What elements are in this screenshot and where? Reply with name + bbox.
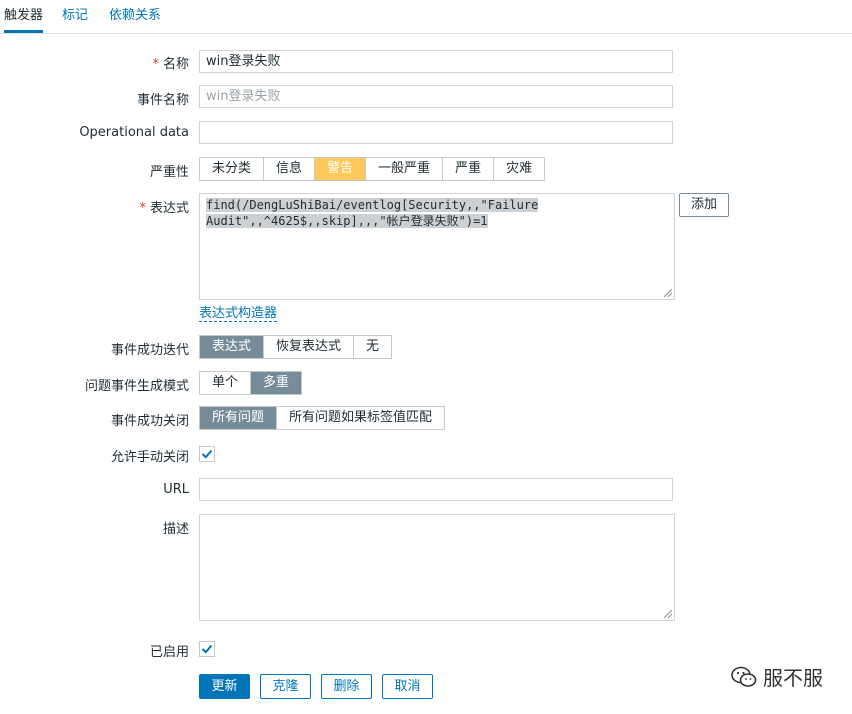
name-label: * 名称 <box>152 53 189 72</box>
wechat-icon <box>731 666 757 687</box>
severity-warning[interactable]: 警告 <box>315 158 367 180</box>
severity-label: 严重性 <box>149 165 189 180</box>
ok-event-recovery-expression[interactable]: 恢复表达式 <box>264 336 355 358</box>
delete-button[interactable]: 删除 <box>321 674 372 699</box>
event-name-input[interactable]: win登录失败 <box>199 85 673 108</box>
expression-label-text: 表达式 <box>149 201 189 216</box>
required-mark: * <box>139 201 146 216</box>
url-input[interactable] <box>199 478 673 501</box>
tab-dependencies[interactable]: 依赖关系 <box>109 6 161 32</box>
cancel-button[interactable]: 取消 <box>382 674 433 699</box>
severity-average[interactable]: 一般严重 <box>366 158 444 180</box>
ok-event-generation-label: 事件成功迭代 <box>110 343 189 358</box>
required-mark: * <box>152 57 159 72</box>
clone-button[interactable]: 克隆 <box>260 674 311 699</box>
expression-line-2: Audit",,^4625$,,skip],,,"帐户登录失败")=1 <box>206 214 488 228</box>
add-expression-button[interactable]: 添加 <box>679 193 729 217</box>
name-label-text: 名称 <box>162 57 189 72</box>
expression-label: * 表达式 <box>139 197 189 216</box>
severity-selector: 未分类 信息 警告 一般严重 严重 灾难 <box>199 157 546 181</box>
checkmark-icon <box>201 449 213 459</box>
resize-grip-icon[interactable] <box>664 610 672 618</box>
url-label: URL <box>163 482 189 497</box>
severity-disaster[interactable]: 灾难 <box>494 158 545 180</box>
watermark-text: 服不服 <box>763 666 823 690</box>
tab-trigger[interactable]: 触发器 <box>4 6 44 33</box>
ok-event-closes-selector: 所有问题 所有问题如果标签值匹配 <box>199 406 446 430</box>
description-textarea[interactable] <box>199 514 675 621</box>
resize-grip-icon[interactable] <box>664 289 672 297</box>
ok-closes-tag-match[interactable]: 所有问题如果标签值匹配 <box>277 407 445 429</box>
description-label: 描述 <box>162 522 189 537</box>
checkmark-icon <box>201 644 213 654</box>
manual-close-checkbox[interactable] <box>199 446 215 462</box>
ok-event-closes-label: 事件成功关闭 <box>110 414 189 429</box>
problem-mode-multiple[interactable]: 多重 <box>251 372 302 394</box>
operational-data-label: Operational data <box>79 125 189 140</box>
enabled-checkbox[interactable] <box>199 641 215 657</box>
severity-not-classified[interactable]: 未分类 <box>200 158 265 180</box>
ok-closes-all-problems[interactable]: 所有问题 <box>200 407 278 429</box>
update-button[interactable]: 更新 <box>199 674 250 699</box>
event-name-label: 事件名称 <box>136 93 189 108</box>
tab-tags[interactable]: 标记 <box>62 6 88 32</box>
severity-information[interactable]: 信息 <box>264 158 316 180</box>
ok-event-none[interactable]: 无 <box>354 336 392 358</box>
tab-bar: 触发器 标记 依赖关系 <box>0 0 852 34</box>
problem-mode-single[interactable]: 单个 <box>200 372 252 394</box>
enabled-label: 已启用 <box>149 645 189 660</box>
expression-text: find(/DengLuShiBai/eventlog[Security,,"F… <box>206 197 539 229</box>
expression-line-1: find(/DengLuShiBai/eventlog[Security,,"F… <box>206 198 539 212</box>
name-input[interactable]: win登录失败 <box>199 50 673 73</box>
expression-constructor-link[interactable]: 表达式构造器 <box>199 306 278 322</box>
severity-high[interactable]: 严重 <box>443 158 495 180</box>
manual-close-label: 允许手动关闭 <box>110 450 189 465</box>
problem-event-mode-selector: 单个 多重 <box>199 371 303 395</box>
ok-event-expression[interactable]: 表达式 <box>200 336 265 358</box>
watermark: 服不服 <box>731 662 823 691</box>
ok-event-generation-selector: 表达式 恢复表达式 无 <box>199 335 393 359</box>
expression-textarea[interactable]: find(/DengLuShiBai/eventlog[Security,,"F… <box>199 193 675 300</box>
operational-data-input[interactable] <box>199 121 673 144</box>
problem-event-mode-label: 问题事件生成模式 <box>84 379 189 394</box>
